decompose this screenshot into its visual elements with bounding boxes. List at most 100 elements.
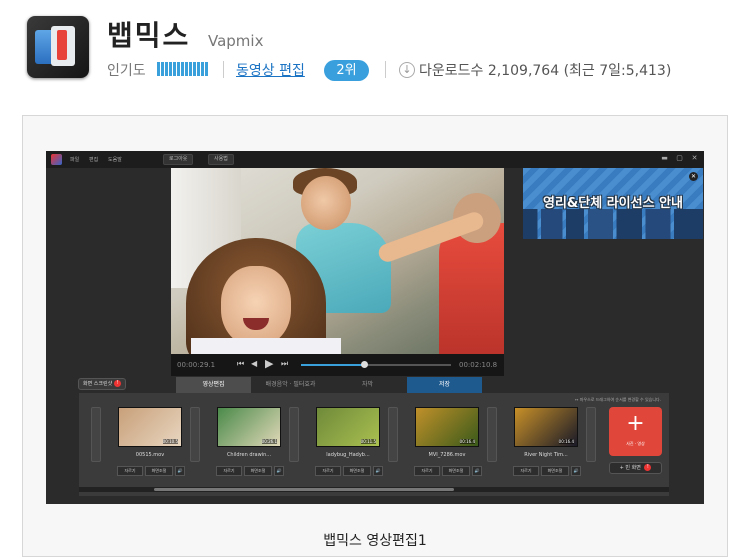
adjust-button[interactable]: 화면조절	[145, 466, 173, 476]
promo-text: 영리&단체 라이선스 안내	[543, 196, 683, 211]
screenshot-badge: !	[114, 380, 122, 387]
transition-slot[interactable]	[487, 407, 497, 462]
prev-icon[interactable]: ⏮	[237, 359, 244, 369]
clip-item[interactable]: 00:16.4 MVI_7286.mov 자르기 화면조절 🔊	[408, 407, 486, 481]
download-stats: 다운로드수 2,109,764 (최근 7일:5,413)	[419, 60, 671, 80]
tab-music-filter[interactable]: 배경음악 · 필터효과	[253, 377, 328, 393]
user-label: 사용법	[214, 156, 228, 162]
add-media-label: 사진 · 영상	[626, 441, 645, 446]
clip-name: MVI_7286.mov	[428, 452, 466, 458]
clip-thumbnail[interactable]: 00:16.4	[514, 407, 578, 447]
clip-thumbnail[interactable]: 00:16.4	[415, 407, 479, 447]
logout-button[interactable]: 로그아웃	[163, 154, 194, 165]
cut-button[interactable]: 자르기	[216, 466, 242, 476]
app-title: 뱁믹스	[107, 19, 191, 52]
divider	[223, 61, 224, 78]
adjust-button[interactable]: 화면조절	[541, 466, 569, 476]
clip-duration: 00:26.1	[261, 439, 277, 444]
play-icon[interactable]: ▶	[265, 357, 273, 370]
adjust-button[interactable]: 화면조절	[244, 466, 272, 476]
transition-slot[interactable]	[388, 407, 398, 462]
video-girl-top	[191, 338, 341, 354]
app-screenshot[interactable]: 파일 편집 도움말 로그아웃 사용법 ▬ ▢ ✕ 00:00:29.1 ⏮ ◀	[46, 151, 704, 504]
clip-strip: ↔ 마우스로 드래그하여 순서를 변경할 수 있습니다. 00:10.5 0051…	[79, 393, 669, 496]
minimize-icon[interactable]: ▬	[657, 153, 672, 163]
adjust-button[interactable]: 화면조절	[343, 466, 371, 476]
adjust-button[interactable]: 화면조절	[442, 466, 470, 476]
menu-file[interactable]: 파일	[70, 156, 79, 163]
close-icon[interactable]: ✕	[687, 153, 702, 163]
cut-button[interactable]: 자르기	[117, 466, 143, 476]
plus-icon: +	[626, 411, 645, 436]
cut-button[interactable]: 자르기	[315, 466, 341, 476]
promo-city-skyline	[523, 209, 703, 239]
blank-badge: !	[644, 464, 652, 471]
transition-slot[interactable]	[586, 407, 596, 462]
audio-icon[interactable]: 🔊	[373, 466, 383, 476]
menu-help[interactable]: 도움말	[108, 156, 122, 163]
download-count: 2,109,764	[487, 63, 560, 79]
category-link[interactable]: 동영상 편집	[236, 60, 305, 80]
clip-scrollbar[interactable]	[79, 487, 669, 492]
screenshot-caption: 뱁믹스 영상편집1	[323, 533, 427, 549]
clip-duration: 00:10.5	[162, 439, 178, 444]
back-icon[interactable]: ◀	[251, 359, 257, 368]
transition-slot[interactable]	[190, 407, 200, 462]
video-girl-face	[221, 266, 291, 346]
titlebar: 파일 편집 도움말 로그아웃 사용법 ▬ ▢ ✕	[46, 151, 704, 168]
video-girl-right	[439, 223, 504, 354]
popularity-label: 인기도	[107, 63, 146, 79]
add-blank-label: 빈 화면	[625, 465, 641, 471]
clip-name: ladybug_Hadyb...	[326, 452, 370, 458]
license-promo-banner[interactable]: 영리&단체 라이선스 안내 ✕	[523, 168, 703, 239]
transition-slot[interactable]	[289, 407, 299, 462]
transition-slot[interactable]	[91, 407, 101, 462]
video-preview[interactable]	[171, 168, 504, 354]
clip-item[interactable]: 00:16.4 River Night Tim... 자르기 화면조절 🔊	[507, 407, 585, 481]
rank-badge: 2위	[324, 60, 369, 81]
tab-subtitle[interactable]: 자막	[330, 377, 405, 393]
clip-duration: 00:16.4	[558, 439, 574, 444]
user-button[interactable]: 사용법	[208, 154, 234, 165]
time-current: 00:00:29.1	[177, 361, 216, 369]
menu-edit[interactable]: 편집	[89, 156, 98, 163]
tab-save[interactable]: 저장	[407, 377, 482, 393]
vapmix-logo-icon	[51, 154, 62, 165]
clip-thumbnail[interactable]: 00:26.1	[217, 407, 281, 447]
tab-video-edit[interactable]: 영상편집	[176, 377, 251, 393]
audio-icon[interactable]: 🔊	[472, 466, 482, 476]
playback-bar: 00:00:29.1 ⏮ ◀ ▶ ⏭ 00:02:10.8	[171, 354, 504, 376]
clip-item[interactable]: 00:10.5 00515.mov 자르기 화면조절 🔊	[111, 407, 189, 481]
seek-progress	[301, 364, 364, 366]
cut-button[interactable]: 자르기	[513, 466, 539, 476]
clip-name: Children drawin...	[226, 452, 272, 458]
clip-item[interactable]: 00:26.1 Children drawin... 자르기 화면조절 🔊	[210, 407, 288, 481]
close-icon[interactable]: ✕	[689, 172, 698, 181]
recent-downloads: (최근 7일:5,413)	[563, 63, 672, 79]
download-label: 다운로드수	[419, 63, 484, 79]
scroll-thumb[interactable]	[154, 488, 454, 491]
audio-icon[interactable]: 🔊	[274, 466, 284, 476]
download-icon: ↓	[399, 62, 415, 78]
audio-icon[interactable]: 🔊	[571, 466, 581, 476]
next-icon[interactable]: ⏭	[281, 359, 288, 369]
seek-knob[interactable]	[361, 361, 368, 368]
popularity-bar	[157, 62, 209, 76]
audio-icon[interactable]: 🔊	[175, 466, 185, 476]
cut-button[interactable]: 자르기	[414, 466, 440, 476]
clip-thumbnail[interactable]: 00:11.5	[316, 407, 380, 447]
app-icon	[27, 16, 89, 78]
video-boy-head	[301, 176, 351, 230]
clip-item[interactable]: 00:11.5 ladybug_Hadyb... 자르기 화면조절 🔊	[309, 407, 387, 481]
seek-bar[interactable]	[301, 361, 451, 368]
maximize-icon[interactable]: ▢	[672, 153, 687, 163]
clip-thumbnail[interactable]: 00:10.5	[118, 407, 182, 447]
add-media-button[interactable]: + 사진 · 영상	[609, 407, 662, 456]
app-subtitle: Vapmix	[208, 32, 264, 50]
app-icon-red-piece	[57, 30, 67, 60]
divider	[385, 61, 386, 78]
clip-duration: 00:11.5	[360, 439, 376, 444]
screenshot-button[interactable]: 화면 스크린샷!	[78, 378, 127, 390]
add-blank-button[interactable]: + 빈 화면 !	[609, 462, 662, 474]
screenshot-button-label: 화면 스크린샷	[83, 381, 113, 387]
